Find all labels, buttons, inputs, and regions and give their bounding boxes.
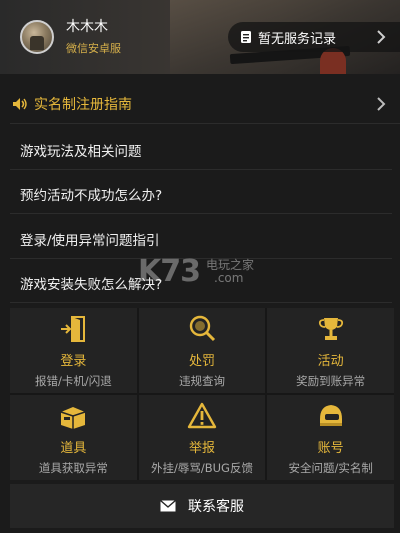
avatar[interactable] xyxy=(20,20,54,54)
faq-item-label: 登录/使用异常问题指引 xyxy=(20,232,160,249)
realname-guide-row[interactable]: 实名制注册指南 xyxy=(10,84,400,124)
document-icon xyxy=(241,31,251,43)
category-login[interactable]: 登录 报错/卡机/闪退 xyxy=(10,308,137,393)
category-title: 活动 xyxy=(317,354,344,369)
chevron-right-icon xyxy=(377,30,386,44)
service-record-button[interactable]: 暂无服务记录 xyxy=(228,22,400,52)
faq-item-label: 游戏玩法及相关问题 xyxy=(20,143,142,160)
faq-item[interactable]: 游戏安装失败怎么解决? xyxy=(10,263,392,303)
category-account[interactable]: 账号 安全问题/实名制 xyxy=(267,395,394,480)
category-title: 道具 xyxy=(60,441,87,456)
category-items[interactable]: 道具 道具获取异常 xyxy=(10,395,137,480)
category-report[interactable]: 举报 外挂/辱骂/BUG反馈 xyxy=(138,395,266,480)
contact-service-button[interactable]: 联系客服 xyxy=(10,484,394,528)
category-grid: 登录 报错/卡机/闪退 处罚 违规查询 活动 奖励到账异常 道具 道具获取异常 xyxy=(10,308,394,480)
user-name: 木木木 xyxy=(66,19,108,35)
trophy-icon xyxy=(318,318,343,340)
faq-item[interactable]: 登录/使用异常问题指引 xyxy=(10,219,392,259)
category-title: 账号 xyxy=(317,441,344,456)
realname-guide-label: 实名制注册指南 xyxy=(34,96,132,113)
chevron-right-icon xyxy=(377,97,386,111)
category-subtitle: 报错/卡机/闪退 xyxy=(34,374,112,388)
speaker-icon xyxy=(13,97,27,110)
mail-icon xyxy=(160,500,176,512)
category-subtitle: 违规查询 xyxy=(178,374,225,388)
faq-item[interactable]: 游戏玩法及相关问题 xyxy=(10,130,392,170)
faq-item-label: 游戏安装失败怎么解决? xyxy=(20,276,163,293)
category-subtitle: 安全问题/实名制 xyxy=(288,461,373,475)
category-title: 处罚 xyxy=(188,354,215,369)
category-activity[interactable]: 活动 奖励到账异常 xyxy=(267,308,394,393)
category-penalty[interactable]: 处罚 违规查询 xyxy=(138,308,266,393)
service-record-label: 暂无服务记录 xyxy=(258,31,337,47)
category-title: 举报 xyxy=(188,441,215,456)
category-title: 登录 xyxy=(60,354,87,369)
door-exit-icon xyxy=(61,316,86,342)
category-subtitle: 外挂/辱骂/BUG反馈 xyxy=(151,461,253,475)
server-label: 微信安卓服 xyxy=(66,42,121,55)
helmet-icon xyxy=(319,405,342,426)
profile-header: 木木木 微信安卓服 暂无服务记录 xyxy=(0,0,400,74)
contact-service-label: 联系客服 xyxy=(188,499,244,515)
faq-item-label: 预约活动不成功怎么办? xyxy=(20,187,163,204)
warning-icon xyxy=(187,402,217,429)
faq-item[interactable]: 预约活动不成功怎么办? xyxy=(10,174,392,214)
supply-crate-icon xyxy=(61,407,86,429)
category-subtitle: 奖励到账异常 xyxy=(296,374,366,388)
category-subtitle: 道具获取异常 xyxy=(38,461,108,475)
magnifier-icon xyxy=(189,315,216,342)
